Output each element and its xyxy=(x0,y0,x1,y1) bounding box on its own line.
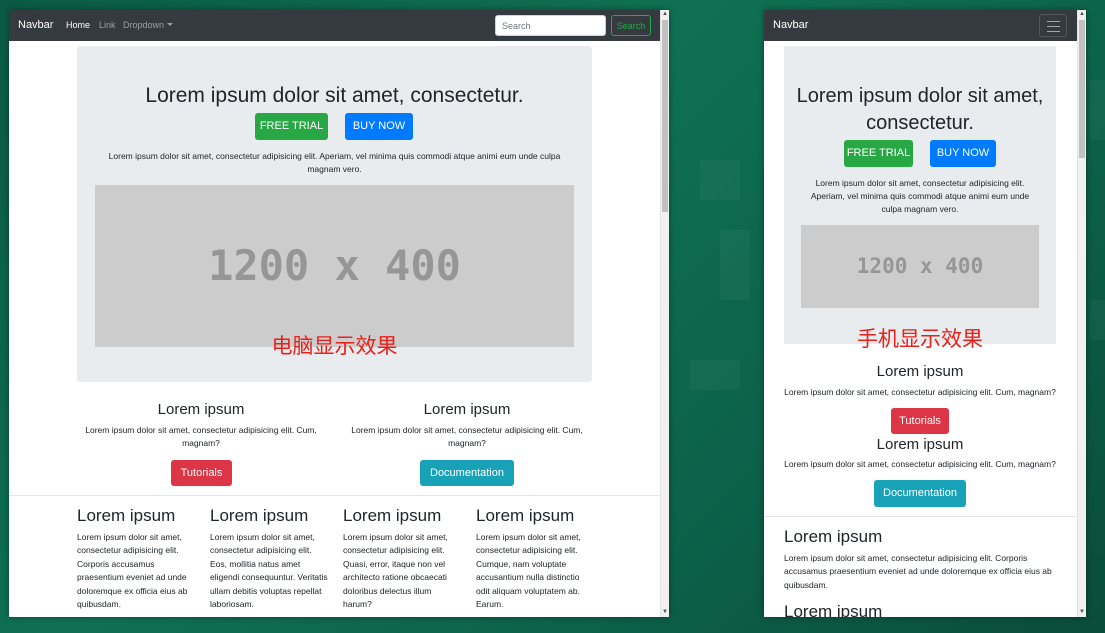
hero-image: 1200 x 400 xyxy=(801,225,1039,308)
mobile-view-label: 手机显示效果 xyxy=(857,327,983,351)
navbar: Navbar Home Link Dropdown Search xyxy=(9,10,660,41)
nav-dropdown-label: Dropdown xyxy=(123,20,165,30)
column-text: Lorem ipsum dolor sit amet, consectetur … xyxy=(210,532,328,610)
hero-image-text: 1200 x 400 xyxy=(208,241,461,290)
divider xyxy=(9,495,660,496)
documentation-button[interactable]: Documentation xyxy=(874,480,966,507)
buy-now-button[interactable]: BUY NOW xyxy=(930,140,996,167)
hero-lead: Lorem ipsum dolor sit amet, consectetur … xyxy=(108,151,561,174)
hero-lead: Lorem ipsum dolor sit amet, consectetur … xyxy=(810,178,1030,214)
menu-bar xyxy=(1047,21,1060,22)
feature-text: Lorem ipsum dolor sit amet, consectetur … xyxy=(784,387,1056,397)
hero-image: 1200 x 400 xyxy=(95,185,574,347)
hero-title: Lorem ipsum dolor sit amet, consectetur. xyxy=(145,84,524,107)
scroll-up-icon[interactable]: ▲ xyxy=(661,10,669,19)
scrollbar[interactable]: ▲ ▼ xyxy=(660,10,669,617)
column-text: Lorem ipsum dolor sit amet, consectetur … xyxy=(476,532,581,610)
column-text: Lorem ipsum dolor sit amet, consectetur … xyxy=(784,553,1052,590)
column-title: Lorem ipsum xyxy=(784,602,883,617)
navbar: Navbar xyxy=(764,10,1077,41)
navbar-brand[interactable]: Navbar xyxy=(773,19,808,31)
hero-title: Lorem ipsum dolor sit amet, consectetur. xyxy=(796,85,1044,134)
scrollbar-thumb[interactable] xyxy=(1079,20,1085,158)
feature-title: Lorem ipsum xyxy=(876,436,964,453)
documentation-button[interactable]: Documentation xyxy=(420,460,514,486)
mobile-preview-window: Navbar Lorem ipsum dolor sit amet, conse… xyxy=(764,10,1086,617)
desktop-preview-window: Navbar Home Link Dropdown Search Lorem i… xyxy=(9,10,669,617)
free-trial-button[interactable]: FREE TRIAL xyxy=(844,140,913,167)
column-title: Lorem ipsum xyxy=(343,506,442,525)
nav-link-home[interactable]: Home xyxy=(66,20,90,30)
feature-title: Lorem ipsum xyxy=(157,401,245,418)
nav-link-link[interactable]: Link xyxy=(99,20,116,30)
buy-now-button[interactable]: BUY NOW xyxy=(345,113,413,140)
navbar-brand[interactable]: Navbar xyxy=(18,19,53,31)
scrollbar[interactable]: ▲ ▼ xyxy=(1077,10,1086,617)
column-title: Lorem ipsum xyxy=(476,506,575,525)
search-input[interactable] xyxy=(495,15,606,36)
nav-dropdown[interactable]: Dropdown xyxy=(123,20,174,30)
scroll-down-icon[interactable]: ▼ xyxy=(661,608,669,617)
desktop-view-label: 电脑显示效果 xyxy=(271,334,398,358)
menu-bar xyxy=(1047,31,1060,32)
search-button[interactable]: Search xyxy=(611,15,651,36)
caret-down-icon xyxy=(167,23,174,26)
feature-title: Lorem ipsum xyxy=(423,401,511,418)
column-title: Lorem ipsum xyxy=(210,506,309,525)
jumbotron: Lorem ipsum dolor sit amet, consectetur.… xyxy=(784,46,1056,351)
divider xyxy=(764,516,1077,517)
scroll-up-icon[interactable]: ▲ xyxy=(1078,10,1086,19)
free-trial-button[interactable]: FREE TRIAL xyxy=(255,113,328,140)
column-title: Lorem ipsum xyxy=(77,506,176,525)
feature-text: Lorem ipsum dolor sit amet, consectetur … xyxy=(351,425,583,448)
tutorials-button[interactable]: Tutorials xyxy=(891,408,949,434)
feature-text: Lorem ipsum dolor sit amet, consectetur … xyxy=(85,425,317,448)
column-text: Lorem ipsum dolor sit amet, consectetur … xyxy=(343,532,448,610)
menu-bar xyxy=(1047,26,1060,27)
hero-image-text: 1200 x 400 xyxy=(856,254,984,278)
feature-text: Lorem ipsum dolor sit amet, consectetur … xyxy=(784,459,1056,469)
scrollbar-thumb[interactable] xyxy=(662,20,668,212)
hamburger-menu-icon[interactable] xyxy=(1039,14,1067,37)
jumbotron: Lorem ipsum dolor sit amet, consectetur.… xyxy=(77,46,592,382)
column-text: Lorem ipsum dolor sit amet, consectetur … xyxy=(77,532,188,610)
tutorials-button[interactable]: Tutorials xyxy=(171,460,232,486)
scroll-down-icon[interactable]: ▼ xyxy=(1078,608,1086,617)
column-title: Lorem ipsum xyxy=(784,527,883,546)
feature-title: Lorem ipsum xyxy=(876,363,964,380)
